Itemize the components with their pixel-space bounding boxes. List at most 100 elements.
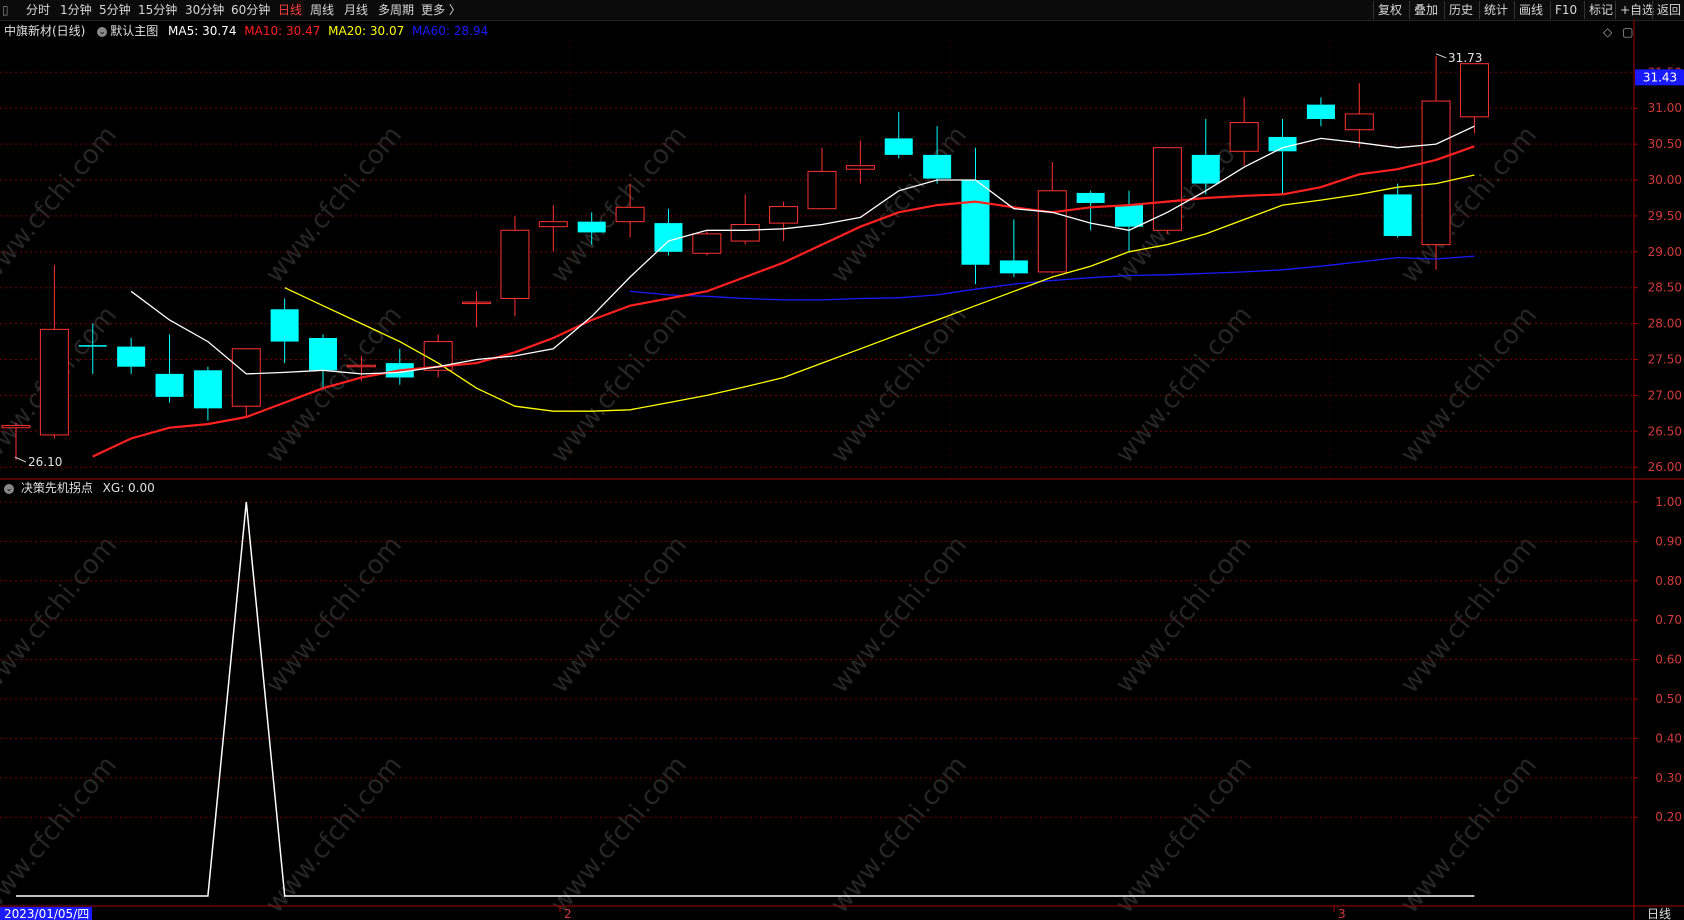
month-marker: 3 xyxy=(1338,907,1346,920)
template-dropdown[interactable]: ⌄ 默认主图 xyxy=(97,24,158,38)
window-menu-icon[interactable]: ▯ xyxy=(2,2,9,18)
tab-8[interactable]: 月线 xyxy=(344,2,368,18)
tab-5[interactable]: 60分钟 xyxy=(231,2,270,18)
chevron-down-icon: ⌄ xyxy=(97,26,108,37)
chart-area[interactable]: www.cfchi.com www.cfchi.com www.cfchi.com w… xyxy=(0,0,1684,920)
candle-up xyxy=(1152,147,1182,231)
indicator-y-tick-label: 0.90 xyxy=(1655,534,1682,548)
candle-up xyxy=(730,224,760,242)
date-label: 2023/01/05/四 xyxy=(4,907,89,920)
tab-3[interactable]: 15分钟 xyxy=(138,2,177,18)
candle-down xyxy=(117,346,146,367)
indicator-y-tick-label: 0.40 xyxy=(1655,731,1682,745)
candle-up xyxy=(538,221,568,228)
tab-7[interactable]: 周线 xyxy=(310,2,334,18)
tab-4[interactable]: 30分钟 xyxy=(185,2,224,18)
y-tick-label: 28.00 xyxy=(1648,317,1682,331)
watermark-text: www.cfchi.com xyxy=(545,301,693,470)
tab-10[interactable]: 更多 〉 xyxy=(421,2,461,18)
chevron-down-icon[interactable]: ⌄ xyxy=(4,483,14,494)
candle-up xyxy=(231,348,261,407)
high-pointer xyxy=(1435,53,1447,59)
indicator-value: XG: 0.00 xyxy=(102,481,155,495)
toolbar-button-3[interactable]: 统计 xyxy=(1479,1,1512,19)
main-chart-header: 中旗新材(日线) ⌄ 默认主图 MA5: 30.74 MA10: 30.47 MA… xyxy=(4,24,488,38)
indicator-y-tick-label: 0.70 xyxy=(1655,613,1682,627)
watermark-text: www.cfchi.com xyxy=(1110,301,1258,470)
y-tick-label: 26.50 xyxy=(1648,424,1682,438)
candle-down xyxy=(193,370,222,409)
y-tick-label: 26.00 xyxy=(1648,460,1682,474)
tab-6[interactable]: 日线 xyxy=(278,2,302,18)
diamond-icon[interactable]: ◇ xyxy=(1603,25,1612,39)
y-tick-label: 29.00 xyxy=(1648,245,1682,259)
y-tick-label: 31.00 xyxy=(1648,101,1682,115)
watermark-text: www.cfchi.com xyxy=(1395,531,1543,700)
watermark-text: www.cfchi.com xyxy=(1395,751,1543,920)
toolbar-button-4[interactable]: 画线 xyxy=(1514,1,1547,19)
date-tag xyxy=(0,907,92,920)
watermark-text: www.cfchi.com xyxy=(0,121,123,290)
window-toggle-icon[interactable]: ▢ xyxy=(1622,25,1633,39)
candle-down xyxy=(155,373,184,397)
candle-down xyxy=(1076,192,1105,203)
candle-down xyxy=(961,180,990,265)
indicator-y-tick-label: 0.20 xyxy=(1655,810,1682,824)
current-price-tag-text: 31.43 xyxy=(1643,70,1677,84)
candle-up xyxy=(692,233,722,254)
toolbar-button-1[interactable]: 叠加 xyxy=(1409,1,1442,19)
candle-down xyxy=(577,221,606,233)
tab-1[interactable]: 1分钟 xyxy=(60,2,92,18)
candle-up xyxy=(769,206,799,224)
template-label: 默认主图 xyxy=(110,24,159,38)
xg-line xyxy=(16,501,1475,897)
candle-down xyxy=(999,260,1028,274)
watermark-text: www.cfchi.com xyxy=(825,751,973,920)
indicator-name[interactable]: 决策先机拐点 xyxy=(21,481,93,495)
tab-0[interactable]: 分时 xyxy=(26,2,50,18)
candle-up xyxy=(462,301,492,305)
candle-down xyxy=(1191,154,1220,184)
watermark-text: www.cfchi.com xyxy=(260,751,408,920)
watermark-text: www.cfchi.com xyxy=(1395,301,1543,470)
y-tick-label: 27.00 xyxy=(1648,388,1682,402)
toolbar-button-5[interactable]: F10 xyxy=(1550,1,1581,19)
watermark-text: www.cfchi.com xyxy=(825,121,973,290)
watermark-text: www.cfchi.com xyxy=(1110,121,1258,290)
tab-9[interactable]: 多周期 xyxy=(378,2,414,18)
candle-up xyxy=(807,170,837,210)
indicator-y-tick-label: 0.30 xyxy=(1655,771,1682,785)
month-marker: 2 xyxy=(564,907,572,920)
candle-down xyxy=(1383,194,1412,237)
tab-2[interactable]: 5分钟 xyxy=(99,2,131,18)
indicator-y-tick-label: 0.80 xyxy=(1655,574,1682,588)
candle-down xyxy=(385,363,414,378)
watermark-text: www.cfchi.com xyxy=(545,751,693,920)
watermark-text: www.cfchi.com xyxy=(545,121,693,290)
watermark-text: www.cfchi.com xyxy=(0,301,123,470)
y-tick-label: 27.50 xyxy=(1648,353,1682,367)
y-tick-label: 30.00 xyxy=(1648,173,1682,187)
high-label: 31.73 xyxy=(1448,51,1482,65)
y-tick-label: 31.50 xyxy=(1648,65,1682,79)
y-tick-label: 29.50 xyxy=(1648,209,1682,223)
candle-down xyxy=(923,154,952,179)
toolbar-button-6[interactable]: 标记 xyxy=(1584,1,1617,19)
toolbar-button-0[interactable]: 复权 xyxy=(1373,1,1406,19)
stock-label: 中旗新材(日线) xyxy=(4,24,86,38)
ma5-label: MA5: 30.74 xyxy=(168,24,237,38)
watermark-text: www.cfchi.com xyxy=(1395,121,1543,290)
watermark-text: www.cfchi.com xyxy=(545,531,693,700)
y-tick-label: 30.50 xyxy=(1648,137,1682,151)
toolbar-button-2[interactable]: 历史 xyxy=(1444,1,1477,19)
watermark-text: www.cfchi.com xyxy=(260,121,408,290)
candle-up xyxy=(1229,122,1259,152)
watermark-text: www.cfchi.com xyxy=(1110,751,1258,920)
toolbar-button-8[interactable]: 返回 xyxy=(1652,1,1684,19)
watermark-text: www.cfchi.com xyxy=(0,751,123,920)
low-pointer xyxy=(14,456,27,463)
candle-down xyxy=(1306,104,1335,119)
candle-up xyxy=(1037,190,1067,273)
candle-down xyxy=(309,337,338,371)
watermark-text: www.cfchi.com xyxy=(1110,531,1258,700)
